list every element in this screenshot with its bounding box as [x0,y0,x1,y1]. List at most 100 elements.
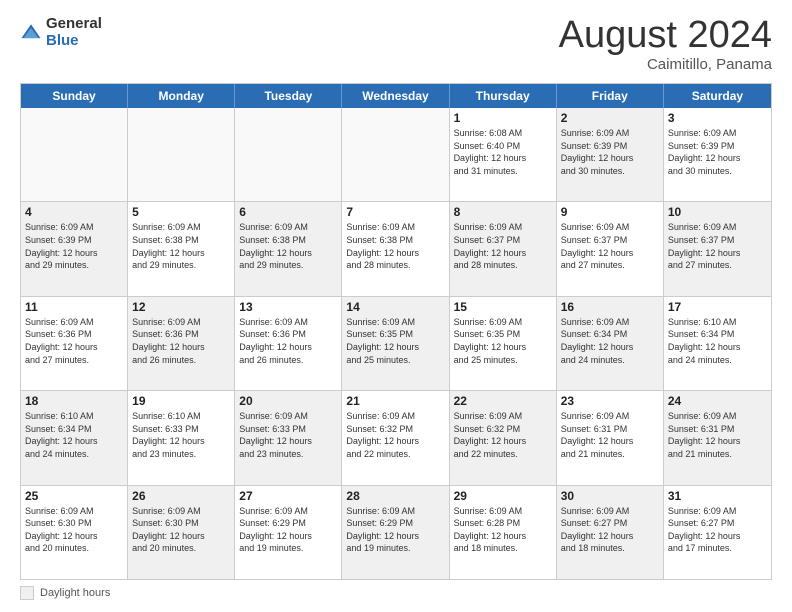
calendar-subtitle: Caimitillo, Panama [559,56,772,73]
calendar-cell: 18 Sunrise: 6:10 AM Sunset: 6:34 PM Dayli… [21,391,128,484]
day-info: Sunrise: 6:09 AM Sunset: 6:35 PM Dayligh… [346,316,444,366]
day-info: Sunrise: 6:09 AM Sunset: 6:27 PM Dayligh… [668,505,767,555]
calendar-cell: 4 Sunrise: 6:09 AM Sunset: 6:39 PM Daylig… [21,202,128,295]
calendar-cell: 14 Sunrise: 6:09 AM Sunset: 6:35 PM Dayli… [342,297,449,390]
day-number: 18 [25,394,123,408]
day-number: 14 [346,300,444,314]
day-number: 23 [561,394,659,408]
day-info: Sunrise: 6:09 AM Sunset: 6:31 PM Dayligh… [668,410,767,460]
day-number: 13 [239,300,337,314]
day-info: Sunrise: 6:09 AM Sunset: 6:39 PM Dayligh… [25,221,123,271]
calendar-cell: 25Sunrise: 6:09 AM Sunset: 6:30 PM Dayli… [21,486,128,579]
header: General Blue August 2024 Caimitillo, Pan… [20,16,772,73]
calendar-cell: 13Sunrise: 6:09 AM Sunset: 6:36 PM Dayli… [235,297,342,390]
logo-blue: Blue [46,33,102,50]
calendar-cell: 6Sunrise: 6:09 AM Sunset: 6:38 PM Daylig… [235,202,342,295]
day-number: 21 [346,394,444,408]
title-block: August 2024 Caimitillo, Panama [559,16,772,73]
day-info: Sunrise: 6:09 AM Sunset: 6:34 PM Dayligh… [561,316,659,366]
calendar-cell [235,108,342,201]
header-cell-wednesday: Wednesday [342,84,449,108]
calendar-title: August 2024 [559,16,772,54]
day-number: 27 [239,489,337,503]
day-info: Sunrise: 6:08 AM Sunset: 6:40 PM Dayligh… [454,127,552,177]
day-number: 24 [668,394,767,408]
header-cell-tuesday: Tuesday [235,84,342,108]
calendar-week-3: 11 Sunrise: 6:09 AM Sunset: 6:36 PM Dayli… [21,296,771,390]
day-info: Sunrise: 6:09 AM Sunset: 6:32 PM Dayligh… [346,410,444,460]
calendar-cell: 19 Sunrise: 6:10 AM Sunset: 6:33 PM Dayli… [128,391,235,484]
header-cell-friday: Friday [557,84,664,108]
day-info: Sunrise: 6:10 AM Sunset: 6:34 PM Dayligh… [668,316,767,366]
calendar-cell: 11 Sunrise: 6:09 AM Sunset: 6:36 PM Dayli… [21,297,128,390]
calendar-week-5: 25Sunrise: 6:09 AM Sunset: 6:30 PM Dayli… [21,485,771,579]
day-info: Sunrise: 6:09 AM Sunset: 6:37 PM Dayligh… [454,221,552,271]
header-cell-thursday: Thursday [450,84,557,108]
day-number: 26 [132,489,230,503]
calendar-cell: 16Sunrise: 6:09 AM Sunset: 6:34 PM Dayli… [557,297,664,390]
day-info: Sunrise: 6:09 AM Sunset: 6:30 PM Dayligh… [132,505,230,555]
calendar-cell: 1Sunrise: 6:08 AM Sunset: 6:40 PM Daylig… [450,108,557,201]
logo-icon [20,22,42,44]
day-info: Sunrise: 6:09 AM Sunset: 6:39 PM Dayligh… [668,127,767,177]
day-number: 12 [132,300,230,314]
day-number: 11 [25,300,123,314]
header-cell-saturday: Saturday [664,84,771,108]
calendar-cell: 3 Sunrise: 6:09 AM Sunset: 6:39 PM Daylig… [664,108,771,201]
day-info: Sunrise: 6:09 AM Sunset: 6:36 PM Dayligh… [25,316,123,366]
day-info: Sunrise: 6:09 AM Sunset: 6:38 PM Dayligh… [239,221,337,271]
calendar-cell: 23 Sunrise: 6:09 AM Sunset: 6:31 PM Dayli… [557,391,664,484]
legend-label: Daylight hours [40,587,110,599]
header-cell-monday: Monday [128,84,235,108]
day-number: 5 [132,205,230,219]
day-info: Sunrise: 6:09 AM Sunset: 6:31 PM Dayligh… [561,410,659,460]
day-info: Sunrise: 6:09 AM Sunset: 6:38 PM Dayligh… [346,221,444,271]
calendar-week-1: 1Sunrise: 6:08 AM Sunset: 6:40 PM Daylig… [21,108,771,201]
day-info: Sunrise: 6:09 AM Sunset: 6:37 PM Dayligh… [561,221,659,271]
calendar-cell: 10 Sunrise: 6:09 AM Sunset: 6:37 PM Dayli… [664,202,771,295]
day-info: Sunrise: 6:09 AM Sunset: 6:28 PM Dayligh… [454,505,552,555]
calendar-cell [128,108,235,201]
day-number: 4 [25,205,123,219]
day-number: 8 [454,205,552,219]
calendar-cell: 5 Sunrise: 6:09 AM Sunset: 6:38 PM Daylig… [128,202,235,295]
day-info: Sunrise: 6:09 AM Sunset: 6:29 PM Dayligh… [239,505,337,555]
day-number: 3 [668,111,767,125]
calendar-cell: 9Sunrise: 6:09 AM Sunset: 6:37 PM Daylig… [557,202,664,295]
day-number: 10 [668,205,767,219]
calendar-cell: 20Sunrise: 6:09 AM Sunset: 6:33 PM Dayli… [235,391,342,484]
day-info: Sunrise: 6:09 AM Sunset: 6:36 PM Dayligh… [132,316,230,366]
day-info: Sunrise: 6:09 AM Sunset: 6:33 PM Dayligh… [239,410,337,460]
calendar-cell: 17 Sunrise: 6:10 AM Sunset: 6:34 PM Dayli… [664,297,771,390]
calendar-cell: 30 Sunrise: 6:09 AM Sunset: 6:27 PM Dayli… [557,486,664,579]
day-info: Sunrise: 6:10 AM Sunset: 6:34 PM Dayligh… [25,410,123,460]
calendar-cell: 8 Sunrise: 6:09 AM Sunset: 6:37 PM Daylig… [450,202,557,295]
day-info: Sunrise: 6:09 AM Sunset: 6:30 PM Dayligh… [25,505,123,555]
page: General Blue August 2024 Caimitillo, Pan… [0,0,792,612]
calendar-cell: 22Sunrise: 6:09 AM Sunset: 6:32 PM Dayli… [450,391,557,484]
calendar-header-row: SundayMondayTuesdayWednesdayThursdayFrid… [21,84,771,108]
day-number: 19 [132,394,230,408]
day-info: Sunrise: 6:09 AM Sunset: 6:37 PM Dayligh… [668,221,767,271]
calendar-cell: 26 Sunrise: 6:09 AM Sunset: 6:30 PM Dayli… [128,486,235,579]
calendar-week-2: 4 Sunrise: 6:09 AM Sunset: 6:39 PM Daylig… [21,201,771,295]
calendar-cell: 21 Sunrise: 6:09 AM Sunset: 6:32 PM Dayli… [342,391,449,484]
calendar-cell: 7Sunrise: 6:09 AM Sunset: 6:38 PM Daylig… [342,202,449,295]
day-info: Sunrise: 6:10 AM Sunset: 6:33 PM Dayligh… [132,410,230,460]
calendar-cell: 24 Sunrise: 6:09 AM Sunset: 6:31 PM Dayli… [664,391,771,484]
day-info: Sunrise: 6:09 AM Sunset: 6:38 PM Dayligh… [132,221,230,271]
calendar-cell: 29Sunrise: 6:09 AM Sunset: 6:28 PM Dayli… [450,486,557,579]
logo-general: General [46,16,102,33]
day-number: 2 [561,111,659,125]
day-number: 30 [561,489,659,503]
header-cell-sunday: Sunday [21,84,128,108]
day-number: 31 [668,489,767,503]
logo: General Blue [20,16,102,49]
calendar-cell [342,108,449,201]
calendar-cell: 31 Sunrise: 6:09 AM Sunset: 6:27 PM Dayli… [664,486,771,579]
day-number: 15 [454,300,552,314]
day-info: Sunrise: 6:09 AM Sunset: 6:27 PM Dayligh… [561,505,659,555]
day-number: 17 [668,300,767,314]
legend-box [20,586,34,600]
day-info: Sunrise: 6:09 AM Sunset: 6:32 PM Dayligh… [454,410,552,460]
